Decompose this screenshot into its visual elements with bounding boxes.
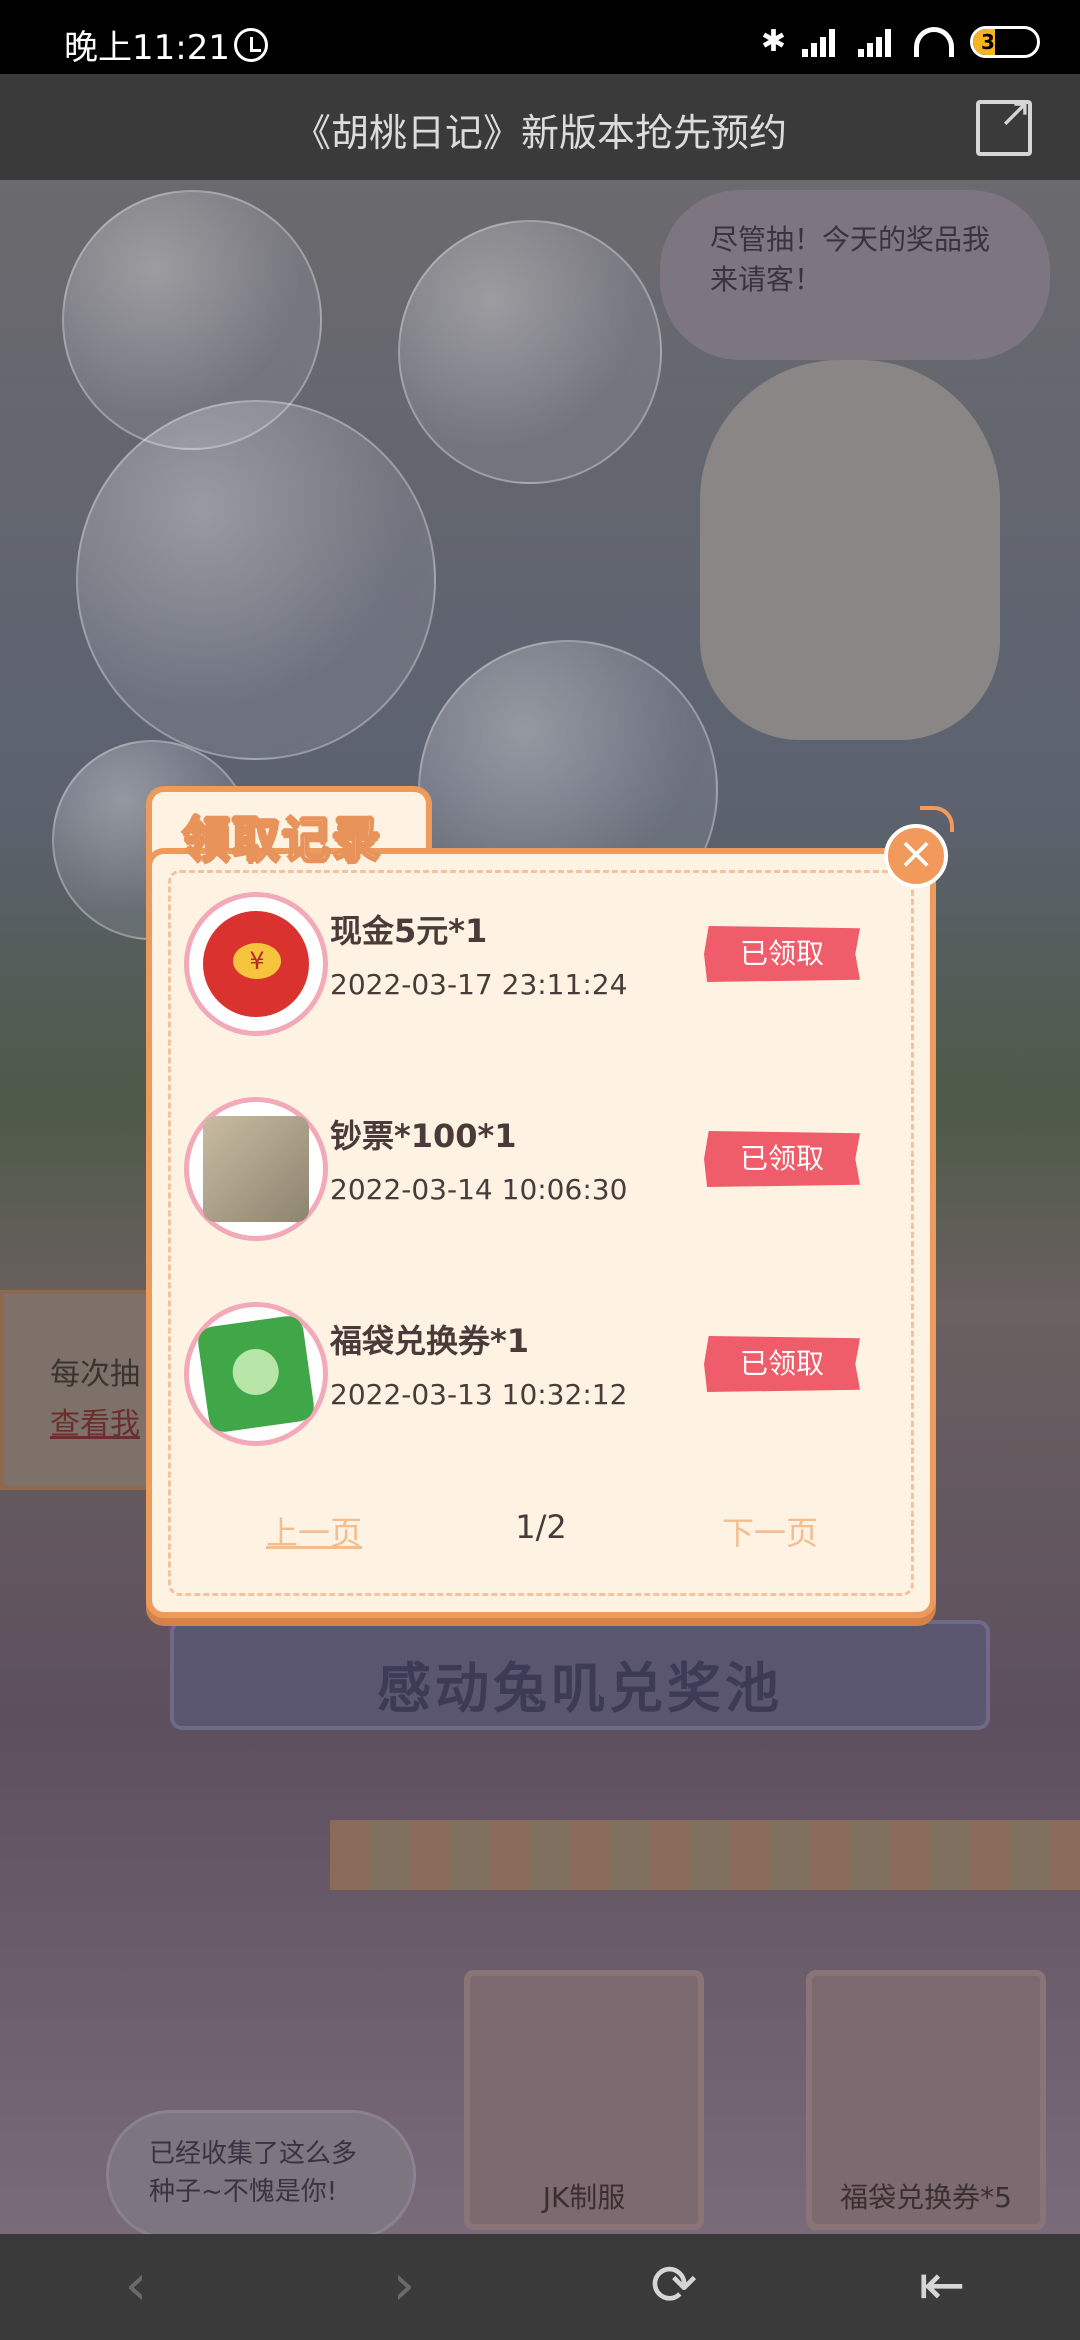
prize-bubble bbox=[76, 400, 436, 760]
prize-label: 福袋兑换券*5 bbox=[840, 2181, 1012, 2214]
record-item: 现金5元*1 2022-03-17 23:11:24 已领取 bbox=[184, 892, 904, 1042]
prize-label: JK制服 bbox=[542, 2181, 626, 2214]
alarm-icon bbox=[234, 28, 268, 62]
next-page-button[interactable]: 下一页 bbox=[722, 1508, 818, 1554]
forward-arrow-icon[interactable]: › bbox=[374, 2258, 434, 2318]
record-name: 福袋兑换券*1 bbox=[330, 1322, 530, 1360]
red-packet-icon bbox=[184, 892, 328, 1036]
status-time: 晚上11:21 bbox=[64, 28, 230, 68]
title-bar: 《胡桃日记》新版本抢先预约 bbox=[0, 74, 1080, 180]
prize-bubble bbox=[398, 220, 662, 484]
bottom-nav: ‹ › ⟳ ⇤ bbox=[0, 2234, 1080, 2340]
prize-card[interactable]: JK制服 bbox=[464, 1970, 704, 2230]
seed-bubble: 已经收集了这么多种子~不愧是你! bbox=[106, 2110, 416, 2234]
prize-card[interactable]: 福袋兑换券*5 bbox=[806, 1970, 1046, 2230]
pool-title: 感动兔叽兑奖池 bbox=[377, 1657, 783, 1720]
record-item: 福袋兑换券*1 2022-03-13 10:32:12 已领取 bbox=[184, 1302, 904, 1452]
lucky-bag-coupon-icon bbox=[184, 1302, 328, 1446]
record-name: 现金5元*1 bbox=[330, 912, 488, 950]
claimed-badge: 已领取 bbox=[704, 1336, 860, 1392]
pager: 上一页 1/2 下一页 bbox=[146, 1500, 936, 1560]
status-bar: 晚上11:21 ✱ 35 bbox=[0, 0, 1080, 74]
exit-icon[interactable]: ⇤ bbox=[912, 2258, 972, 2318]
back-arrow-icon[interactable]: ‹ bbox=[106, 2258, 166, 2318]
share-button[interactable] bbox=[976, 90, 1032, 156]
claimed-badge: 已领取 bbox=[704, 1131, 860, 1187]
speech-bubble: 尽管抽！今天的奖品我来请客！ bbox=[660, 190, 1050, 360]
record-time: 2022-03-13 10:32:12 bbox=[330, 1378, 628, 1411]
bluetooth-icon: ✱ bbox=[760, 24, 786, 59]
record-name: 钞票*100*1 bbox=[330, 1117, 517, 1155]
signal-icon bbox=[802, 27, 842, 57]
rabbit-mascot bbox=[700, 360, 1000, 740]
battery-icon: 35 bbox=[970, 25, 1040, 58]
close-button[interactable]: × bbox=[884, 806, 954, 888]
cash-stack-icon bbox=[184, 1097, 328, 1241]
record-time: 2022-03-17 23:11:24 bbox=[330, 968, 628, 1001]
record-item: 钞票*100*1 2022-03-14 10:06:30 已领取 bbox=[184, 1097, 904, 1247]
pool-banner: 感动兔叽兑奖池 bbox=[170, 1620, 990, 1730]
page-title: 《胡桃日记》新版本抢先预约 bbox=[292, 111, 787, 155]
record-time: 2022-03-14 10:06:30 bbox=[330, 1173, 628, 1206]
claimed-badge: 已领取 bbox=[704, 926, 860, 982]
signal-icon-2 bbox=[858, 27, 898, 57]
refresh-icon[interactable]: ⟳ bbox=[644, 2258, 704, 2318]
modal-title: 领取记录 bbox=[181, 811, 383, 869]
shop-awning bbox=[330, 1820, 1080, 1890]
info-line: 每次抽 bbox=[50, 1357, 140, 1392]
battery-level: 35 bbox=[981, 29, 1009, 54]
status-icons: ✱ 35 bbox=[761, 24, 1040, 59]
wifi-icon bbox=[914, 26, 954, 57]
info-link[interactable]: 查看我 bbox=[50, 1400, 140, 1450]
info-text: 每次抽 查看我 bbox=[50, 1350, 140, 1450]
